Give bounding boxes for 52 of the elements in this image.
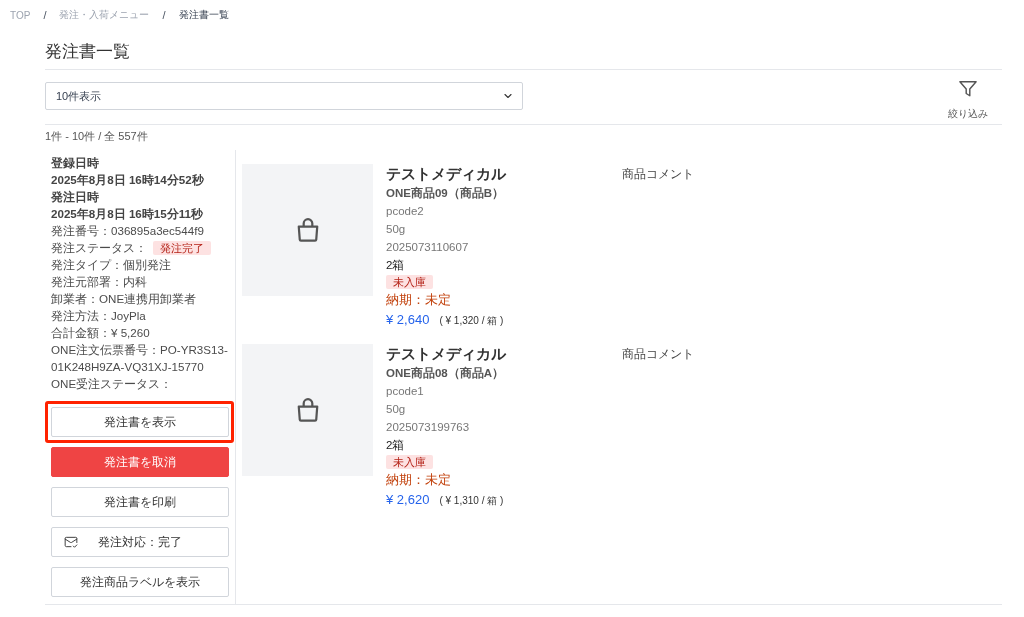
delivery-date: 納期：未定 (386, 471, 451, 489)
action-button[interactable]: 発注書を印刷 (51, 487, 229, 517)
supplier-name: テストメディカル (386, 344, 506, 364)
shopping-bag-icon (296, 398, 319, 422)
shopping-bag-icon (296, 218, 319, 242)
detail-text: 発注タイプ：個別発注 (51, 257, 172, 273)
mail-check-icon (64, 535, 78, 549)
comment-label: 商品コメント (622, 347, 695, 362)
product-size: 50g (386, 222, 406, 237)
detail-text: ONE注文伝票番号：PO-YR3S13-01K248H9ZA-VQ31XJ-15770 (51, 342, 229, 375)
action-button[interactable]: 発注商品ラベルを表示 (51, 567, 229, 597)
unit-price: ( ¥ 1,310 / 箱 ) (439, 494, 504, 508)
product-name: ONE商品08（商品A） (386, 365, 505, 382)
breadcrumb-separator: / (162, 9, 166, 21)
receipt-status-badge: 未入庫 (386, 455, 433, 469)
product-code: pcode2 (386, 204, 424, 219)
breadcrumb-separator: / (43, 9, 47, 21)
quantity: 2箱 (386, 258, 405, 273)
quantity: 2箱 (386, 438, 405, 453)
receipt-status-badge: 未入庫 (386, 275, 433, 289)
page-title: 発注書一覧 (45, 30, 1002, 70)
filter-button[interactable]: 絞り込み (942, 80, 994, 120)
status-badge: 発注完了 (153, 240, 211, 255)
detail-text: 合計金額：¥ 5,260 (51, 325, 151, 341)
breadcrumb-current: 発注書一覧 (178, 8, 229, 22)
product-number: 2025073110607 (386, 240, 469, 255)
detail-text: 発注番号：036895a3ec544f9 (51, 223, 205, 239)
detail-text: 発注方法：JoyPla (51, 308, 147, 324)
detail-heading: 2025年8月8日 16時14分52秒 (51, 172, 205, 188)
filter-icon (959, 80, 977, 98)
detail-text: ONE受注ステータス： (51, 376, 174, 392)
result-count: 1件 - 10件 / 全 557件 (45, 129, 149, 144)
per-page-select[interactable]: 10件表示 (45, 82, 523, 110)
product-size: 50g (386, 402, 406, 417)
product-number: 2025073199763 (386, 420, 470, 435)
action-button[interactable]: 発注対応：完了 (51, 527, 229, 557)
detail-heading: 発注日時 (51, 189, 100, 205)
detail-text: 卸業者：ONE連携用卸業者 (51, 291, 198, 307)
supplier-name: テストメディカル (386, 164, 506, 184)
action-button[interactable]: 発注書を表示 (51, 407, 229, 437)
price: ¥ 2,640 (386, 311, 430, 329)
detail-heading: 2025年8月8日 16時15分11秒 (51, 206, 204, 222)
product-name: ONE商品09（商品B） (386, 185, 505, 202)
delivery-date: 納期：未定 (386, 291, 451, 309)
status-label: 発注ステータス： (51, 240, 147, 256)
price: ¥ 2,620 (386, 491, 430, 509)
detail-text: 発注元部署：内科 (51, 274, 148, 290)
unit-price: ( ¥ 1,320 / 箱 ) (439, 314, 504, 328)
cancel-button[interactable]: 発注書を取消 (51, 447, 229, 477)
comment-label: 商品コメント (622, 167, 695, 182)
product-code: pcode1 (386, 384, 424, 399)
detail-heading: 登録日時 (51, 155, 100, 171)
